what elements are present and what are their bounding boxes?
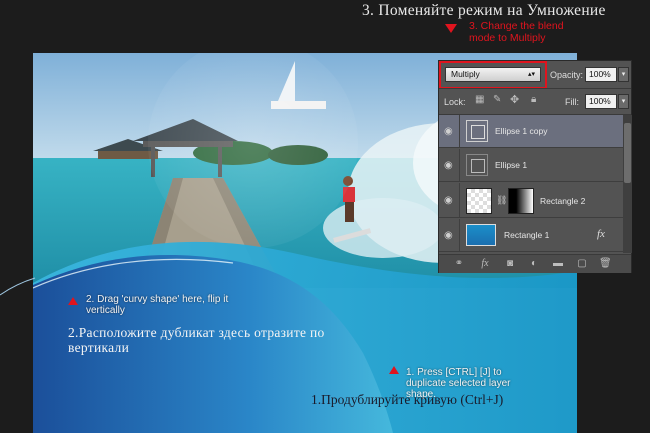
fill-label: Fill: (565, 97, 579, 107)
link-layers-icon[interactable]: ⚭ (453, 258, 465, 270)
visibility-eye-icon[interactable]: ◉ (444, 126, 455, 137)
blend-mode-highlight (439, 61, 547, 89)
divider (439, 88, 631, 89)
curve-line-decoration (0, 277, 36, 296)
step2-english-note: 2. Drag 'curvy shape' here, flip it vert… (86, 294, 229, 316)
step1-russian-note: 1.Продублируйте кривую (Ctrl+J) (311, 392, 504, 407)
layer-effects-icon[interactable]: fx (597, 228, 605, 240)
red-marker-icon (68, 297, 78, 305)
divider (459, 149, 460, 181)
layers-bottom-toolbar: ⚭ fx ◙ ◐ ▬ ▢ 🗑︎ (439, 254, 631, 273)
layers-panel: Multiply ▴▾ Opacity: 100% ▾ Lock: ▦ ✎ ✥ … (438, 60, 632, 273)
scrollbar-thumb[interactable] (624, 123, 631, 183)
red-marker-icon (389, 366, 399, 374)
layer-thumbnail (466, 188, 492, 214)
fill-input[interactable]: 100% (585, 94, 617, 109)
shape-layer-thumbnail (466, 120, 488, 142)
step3-russian-instruction: 3. Поменяйте режим на Умножение (362, 2, 606, 19)
mask-link-icon[interactable]: ⛓ (496, 195, 507, 206)
opacity-label: Opacity: (550, 70, 584, 80)
new-layer-icon[interactable]: ▢ (576, 258, 588, 270)
visibility-eye-icon[interactable]: ◉ (444, 230, 455, 241)
layer-row-ellipse-1[interactable]: ◉ Ellipse 1 (439, 149, 623, 182)
add-layer-style-icon[interactable]: fx (479, 258, 491, 270)
layer-row-rectangle-1[interactable]: ◉ Rectangle 1 fx (439, 219, 623, 252)
step3-english-instruction: 3. Change the blend mode to Multiply (469, 20, 564, 44)
layer-name: Ellipse 1 (495, 160, 528, 170)
lock-all-icon[interactable]: 🔒︎ (531, 94, 536, 105)
divider (459, 183, 460, 217)
red-arrow-down-icon (445, 24, 457, 33)
layer-thumbnail (466, 224, 496, 246)
group-folder-icon[interactable]: ▬ (552, 258, 564, 270)
visibility-eye-icon[interactable]: ◉ (444, 195, 455, 206)
layer-row-rectangle-2[interactable]: ◉ ⛓ Rectangle 2 (439, 183, 623, 218)
divider (459, 115, 460, 147)
layer-row-ellipse-1-copy[interactable]: ◉ Ellipse 1 copy (439, 115, 623, 148)
step2-russian-note: 2.Расположите дубликат здесь отразите по… (68, 325, 325, 355)
lock-position-icon[interactable]: ✥ (510, 93, 519, 106)
layer-name: Ellipse 1 copy (495, 126, 548, 136)
lock-image-pixels-icon[interactable]: ✎ (493, 94, 501, 105)
trash-icon[interactable]: 🗑︎ (599, 258, 612, 270)
visibility-eye-icon[interactable]: ◉ (444, 160, 455, 171)
adjustment-layer-icon[interactable]: ◐ (528, 258, 540, 270)
add-mask-icon[interactable]: ◙ (504, 258, 516, 270)
opacity-slider-toggle[interactable]: ▾ (618, 67, 629, 82)
shape-layer-thumbnail (466, 154, 488, 176)
fill-slider-toggle[interactable]: ▾ (618, 94, 629, 109)
opacity-input[interactable]: 100% (585, 67, 617, 82)
divider (459, 219, 460, 251)
layer-mask-thumbnail (508, 188, 534, 214)
layer-name: Rectangle 2 (540, 196, 586, 206)
lock-label: Lock: (444, 97, 466, 107)
layer-name: Rectangle 1 (504, 230, 550, 240)
layers-scrollbar[interactable] (623, 115, 632, 253)
lock-transparent-pixels-icon[interactable]: ▦ (475, 94, 484, 105)
